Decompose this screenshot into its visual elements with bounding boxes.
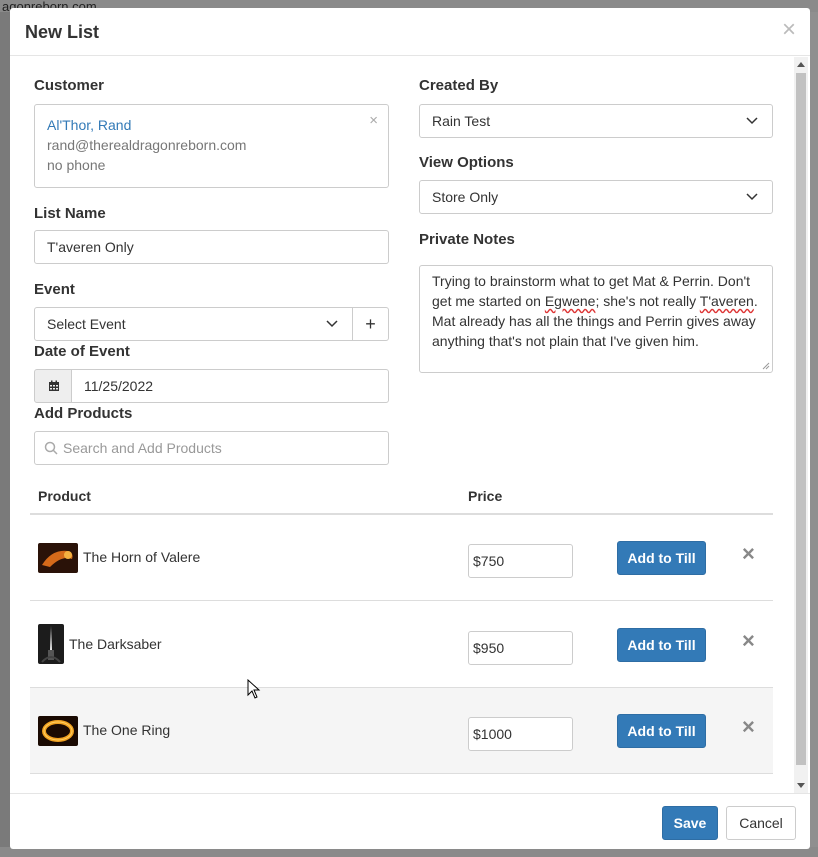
new-list-modal: New List × Customer Al'Thor, Rand rand@t… — [10, 8, 810, 849]
table-row: The Horn of Valere $750 Add to Till × — [30, 515, 773, 601]
close-icon[interactable]: × — [782, 18, 796, 42]
remove-product-icon[interactable]: × — [742, 628, 755, 654]
save-button[interactable]: Save — [662, 806, 718, 840]
remove-product-icon[interactable]: × — [742, 541, 755, 567]
event-select-value: Select Event — [47, 316, 126, 332]
add-products-label: Add Products — [34, 405, 133, 422]
customer-phone: no phone — [47, 157, 106, 173]
price-value: 950 — [480, 640, 505, 656]
product-thumbnail-ring — [38, 716, 78, 746]
clear-customer-icon[interactable]: × — [369, 111, 378, 131]
customer-name-link[interactable]: Al'Thor, Rand — [47, 115, 376, 135]
calendar-button[interactable] — [34, 369, 72, 403]
add-to-till-button[interactable]: Add to Till — [617, 714, 706, 748]
price-input[interactable]: $950 — [468, 631, 573, 665]
currency-symbol: $ — [473, 640, 481, 656]
event-select[interactable]: Select Event — [34, 307, 353, 341]
notes-text: ; she's not really — [595, 293, 700, 309]
scroll-down-icon[interactable] — [797, 783, 805, 788]
price-input[interactable]: $1000 — [468, 717, 573, 751]
currency-symbol: $ — [473, 726, 481, 742]
add-to-till-button[interactable]: Add to Till — [617, 541, 706, 575]
products-table-header: Product Price — [30, 481, 773, 515]
view-options-select[interactable]: Store Only — [419, 180, 773, 214]
currency-symbol: $ — [473, 553, 481, 569]
modal-scrollbar[interactable] — [794, 57, 808, 793]
table-row: The One Ring $1000 Add to Till × — [30, 688, 773, 774]
price-value: 750 — [480, 553, 505, 569]
chevron-down-icon — [326, 320, 338, 328]
private-notes-textarea[interactable]: Trying to brainstorm what to get Mat & P… — [419, 265, 773, 373]
notes-misspelled-word: Egwene — [544, 293, 596, 309]
product-name: The Darksaber — [69, 636, 162, 652]
table-row: The Darksaber $950 Add to Till × — [30, 602, 773, 688]
customer-card[interactable]: Al'Thor, Rand rand@therealdragonreborn.c… — [34, 104, 389, 188]
customer-email: rand@therealdragonreborn.com — [47, 137, 247, 153]
add-to-till-button[interactable]: Add to Till — [617, 628, 706, 662]
view-options-value: Store Only — [432, 189, 499, 205]
notes-misspelled-word: T'averen — [699, 293, 754, 309]
notes-line: Trying to brainstorm what to get Mat & P… — [432, 273, 751, 289]
chevron-down-icon — [746, 117, 758, 125]
product-name: The One Ring — [83, 722, 171, 738]
date-of-event-input[interactable]: 11/25/2022 — [71, 369, 389, 403]
calendar-icon — [49, 380, 59, 391]
notes-line: anything that's not plain that I've give… — [432, 333, 699, 349]
notes-line: Mat already has all the things and Perri… — [432, 313, 756, 329]
mouse-pointer-icon — [247, 679, 261, 699]
list-name-label: List Name — [34, 205, 106, 222]
modal-footer: Save Cancel — [10, 793, 810, 849]
price-value: 1000 — [480, 726, 512, 742]
cancel-button[interactable]: Cancel — [726, 806, 796, 840]
product-name: The Horn of Valere — [83, 549, 201, 565]
price-column-header: Price — [468, 488, 503, 504]
remove-product-icon[interactable]: × — [742, 714, 755, 740]
product-thumbnail-darksaber — [38, 624, 64, 664]
modal-header: New List × — [10, 8, 810, 56]
product-thumbnail-horn — [38, 543, 78, 573]
chevron-down-icon — [746, 193, 758, 201]
scrollbar-thumb[interactable] — [796, 73, 806, 765]
product-search-placeholder: Search and Add Products — [63, 440, 222, 456]
view-options-label: View Options — [419, 154, 514, 171]
search-icon — [44, 441, 58, 455]
date-of-event-label: Date of Event — [34, 343, 130, 360]
notes-text: get me started on — [432, 293, 545, 309]
resize-grip-icon[interactable] — [762, 362, 770, 370]
created-by-label: Created By — [419, 77, 499, 94]
modal-title: New List — [25, 22, 100, 42]
scroll-up-icon[interactable] — [797, 62, 805, 67]
modal-body: Customer Al'Thor, Rand rand@therealdrago… — [10, 57, 810, 793]
created-by-select[interactable]: Rain Test — [419, 104, 773, 138]
add-event-button[interactable]: + — [352, 307, 389, 341]
notes-text: . — [753, 293, 758, 309]
private-notes-label: Private Notes — [419, 231, 515, 248]
event-label: Event — [34, 281, 75, 298]
created-by-value: Rain Test — [432, 113, 491, 129]
customer-label: Customer — [34, 77, 105, 94]
notes-line: get me started on Egwene; she's not real… — [432, 291, 760, 311]
product-column-header: Product — [38, 488, 91, 504]
price-input[interactable]: $750 — [468, 544, 573, 578]
product-search-input[interactable]: Search and Add Products — [34, 431, 389, 465]
list-name-input[interactable]: T'averen Only — [34, 230, 389, 264]
